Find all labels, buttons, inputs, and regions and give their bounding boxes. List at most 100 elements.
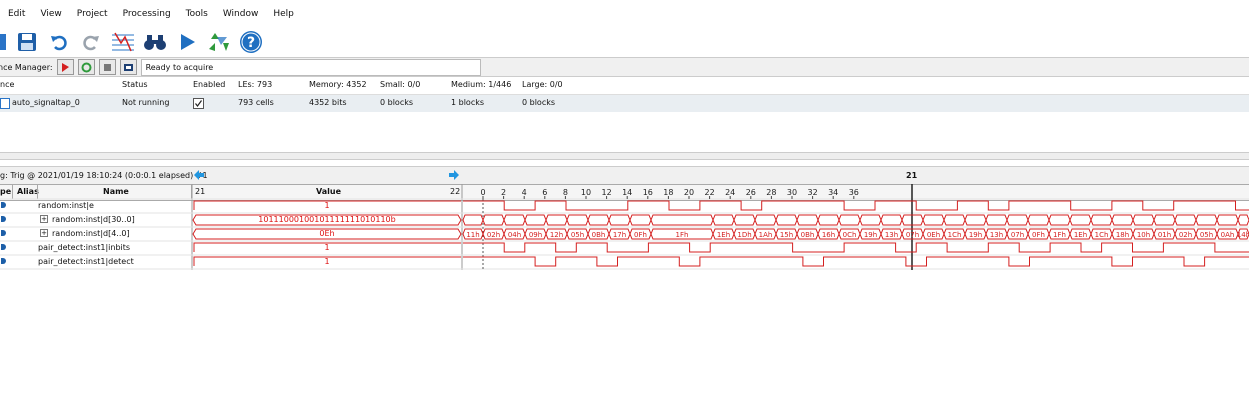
bus-value-label: 02h — [1179, 231, 1192, 239]
bus-value-label: 13h — [885, 231, 898, 239]
waveform-header: g: Trig @ 2021/01/19 18:10:24 (0:0:0.1 e… — [0, 166, 1249, 185]
save-icon[interactable] — [14, 29, 40, 55]
read-data-icon[interactable] — [119, 59, 137, 75]
bus-segment — [503, 214, 526, 226]
bus-segment — [482, 214, 505, 226]
bus-value-label: 16h — [822, 231, 835, 239]
bus-segment — [608, 214, 631, 226]
signal-name: pair_detect:inst1|inbits — [38, 243, 131, 252]
undo-icon[interactable] — [46, 29, 72, 55]
next-marker-icon[interactable] — [448, 169, 460, 184]
bus-segment — [1048, 214, 1071, 226]
signal-value-cell: 1 — [193, 242, 461, 254]
instance-manager-bar: nce Manager: Ready to acquire — [0, 57, 1249, 77]
menu-edit[interactable]: Edit — [8, 9, 25, 19]
bus-value-label: 09h — [529, 231, 542, 239]
col-enabled[interactable]: Enabled — [193, 80, 225, 89]
pane-splitter[interactable] — [0, 152, 1249, 160]
col-value: Value — [316, 187, 342, 196]
bus-segment — [838, 228, 861, 240]
bus-segment — [796, 228, 819, 240]
bus-value-label: 07h — [1011, 231, 1024, 239]
bus-value-label: 07h — [906, 231, 919, 239]
autorun-icon[interactable] — [56, 59, 74, 75]
col-memory[interactable]: Memory: 4352 — [309, 80, 367, 89]
signal-row[interactable]: pair_detect:inst1|detect 1 — [0, 255, 462, 269]
bus-segment — [817, 214, 840, 226]
bus-value-label: 02h — [487, 231, 500, 239]
bus-segment — [880, 228, 903, 240]
bus-segment — [964, 228, 987, 240]
menu-view[interactable]: View — [40, 9, 61, 19]
signal-name: random:inst|d[4..0] — [52, 229, 130, 238]
bus-segment — [1111, 228, 1134, 240]
expand-icon[interactable]: + — [40, 229, 48, 237]
enabled-checkbox[interactable] — [193, 98, 204, 109]
instance-memory: 4352 bits — [309, 98, 347, 107]
bit-waveform — [463, 256, 1249, 267]
instance-row[interactable]: auto_signaltap_0 Not running 793 cells 4… — [0, 95, 1249, 112]
expand-icon[interactable]: + — [40, 215, 48, 223]
menu-window[interactable]: Window — [223, 9, 259, 19]
col-medium[interactable]: Medium: 1/446 — [451, 80, 511, 89]
bus-segment — [964, 214, 987, 226]
bus-segment — [922, 214, 945, 226]
signal-row[interactable]: + random:inst|d[30..0] 10111000100101111… — [0, 213, 462, 227]
col-les[interactable]: LEs: 793 — [238, 80, 272, 89]
redo-icon[interactable] — [78, 29, 104, 55]
stop-acquire-icon[interactable] — [98, 59, 116, 75]
bus-segment — [1237, 214, 1249, 226]
bus-segment — [922, 228, 945, 240]
stop-icon[interactable] — [0, 29, 8, 55]
recycle-icon[interactable] — [206, 29, 232, 55]
signal-row[interactable]: pair_detect:inst1|inbits 1 — [0, 241, 462, 255]
run-icon[interactable] — [174, 29, 200, 55]
netlist-icon[interactable] — [110, 29, 136, 55]
help-icon[interactable]: ? — [238, 29, 264, 55]
bus-segment — [901, 228, 924, 240]
signal-row[interactable]: + random:inst|d[4..0] 0Eh — [0, 227, 462, 241]
instance-icon — [0, 98, 10, 109]
bus-segment — [1048, 228, 1071, 240]
bus-value-label: 11h — [466, 231, 479, 239]
bus-value-label: 0Ah — [1221, 231, 1235, 239]
bus-segment — [545, 214, 568, 226]
bus-segment — [629, 214, 652, 226]
col-name: Name — [103, 187, 129, 196]
menu-processing[interactable]: Processing — [123, 9, 171, 19]
signal-row[interactable]: random:inst|e 1 — [0, 199, 462, 213]
menu-help[interactable]: Help — [273, 9, 294, 19]
input-pin-icon — [1, 244, 6, 250]
bus-value-label: 1Fh — [1053, 231, 1066, 239]
bus-value-label: 05h — [1200, 231, 1213, 239]
menu-project[interactable]: Project — [77, 9, 108, 19]
bus-segment — [985, 228, 1008, 240]
bus-segment — [817, 228, 840, 240]
trigger-info: g: Trig @ 2021/01/19 18:10:24 (0:0:0.1 e… — [0, 171, 208, 180]
prev-marker-icon[interactable] — [193, 169, 205, 184]
instance-name: auto_signaltap_0 — [12, 98, 80, 107]
col-status[interactable]: Status — [122, 80, 148, 89]
col-instance[interactable]: nce — [0, 80, 14, 89]
bus-segment — [943, 214, 966, 226]
col-sep — [191, 184, 192, 199]
instance-les: 793 cells — [238, 98, 274, 107]
menu-tools[interactable]: Tools — [186, 9, 208, 19]
input-pin-icon — [1, 202, 6, 208]
col-large[interactable]: Large: 0/0 — [522, 80, 563, 89]
bus-segment — [1069, 214, 1092, 226]
col-small[interactable]: Small: 0/0 — [380, 80, 420, 89]
trigger-marker-label: 21 — [906, 171, 918, 180]
bus-segment — [1174, 214, 1197, 226]
bus-segment — [1153, 228, 1176, 240]
bus-segment — [1006, 214, 1029, 226]
loop-icon[interactable] — [77, 59, 95, 75]
bus-segment — [524, 214, 547, 226]
binoculars-icon[interactable] — [142, 29, 168, 55]
instance-table-header: nce Status Enabled LEs: 793 Memory: 4352… — [0, 77, 1249, 95]
bus-value-label: 12h — [550, 231, 563, 239]
bus-segment — [1027, 228, 1050, 240]
bus-segment — [1216, 214, 1239, 226]
signal-value-cell: 1 — [193, 200, 461, 212]
bus-segment — [775, 228, 798, 240]
